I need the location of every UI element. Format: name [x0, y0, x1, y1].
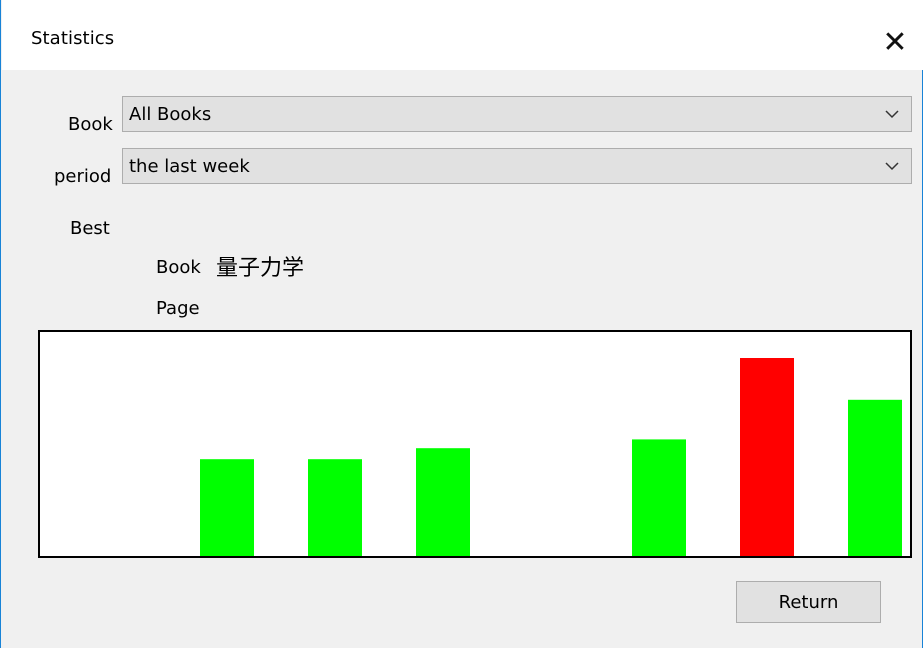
return-button[interactable]: Return [736, 581, 881, 623]
book-label: Book [68, 114, 113, 135]
bar-chart [200, 358, 902, 556]
window-title: Statistics [31, 28, 115, 49]
title-bar: Statistics ✕ [2, 0, 923, 70]
chevron-down-icon [885, 162, 899, 171]
best-page-label: Page [156, 298, 200, 319]
book-select[interactable]: All Books [122, 96, 912, 132]
statistics-chart [38, 330, 912, 558]
bar-2 [200, 459, 254, 556]
period-label: period [54, 166, 112, 187]
best-heading: Best [70, 218, 110, 239]
close-icon[interactable]: ✕ [867, 14, 923, 70]
book-select-value: All Books [129, 104, 212, 125]
bar-8 [848, 399, 902, 556]
bar-4 [416, 448, 470, 556]
period-select[interactable]: the last week [122, 148, 912, 184]
bar-3 [308, 459, 362, 556]
bar-6 [632, 439, 686, 556]
chevron-down-icon [885, 110, 899, 119]
best-book-value: 量子力学 [216, 256, 305, 281]
bar-7 [740, 358, 794, 556]
best-book-label: Book [156, 257, 201, 278]
period-select-value: the last week [129, 156, 250, 177]
statistics-window: Statistics ✕ Book All Books period the l… [0, 0, 923, 648]
